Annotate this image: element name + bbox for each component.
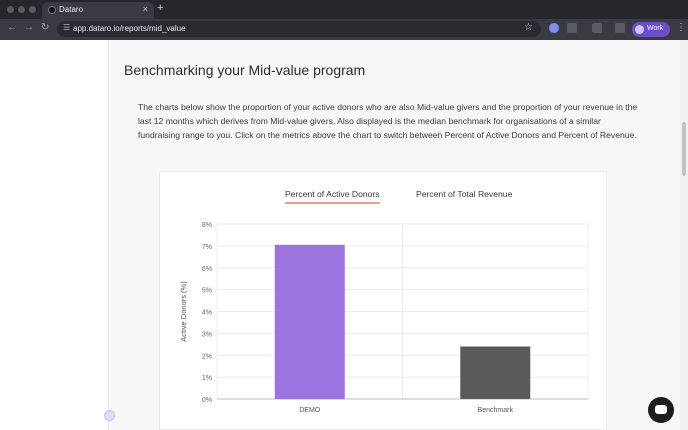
x-tick-label: DEMO <box>299 407 321 414</box>
sidebar-toggle-button[interactable] <box>104 410 115 421</box>
zoom-window-dot[interactable] <box>29 6 36 13</box>
y-tick-label: 1% <box>202 375 212 382</box>
extension-icon[interactable] <box>549 23 559 33</box>
scrollbar-thumb[interactable] <box>682 122 686 176</box>
page-title: Benchmarking your Mid-value program <box>124 62 366 78</box>
download-icon[interactable] <box>615 23 625 33</box>
address-bar[interactable]: ☰ app.dataro.io/reports/mid_value ☆ <box>57 21 541 37</box>
browser-toolbar: ← → ↻ ☰ app.dataro.io/reports/mid_value … <box>0 19 688 40</box>
minimize-window-dot[interactable] <box>18 6 25 13</box>
y-tick-label: 6% <box>202 266 212 273</box>
x-tick-label: Benchmark <box>478 407 514 414</box>
page-viewport: Benchmarking your Mid-value program The … <box>0 40 688 430</box>
dataro-favicon-icon <box>48 6 56 14</box>
reload-icon[interactable]: ↻ <box>41 22 49 33</box>
browser-menu-icon[interactable]: ⋮ <box>676 22 686 33</box>
y-tick-label: 2% <box>202 353 212 360</box>
tab-title: Dataro <box>59 5 84 14</box>
site-info-icon[interactable]: ☰ <box>63 23 70 32</box>
forward-icon[interactable]: → <box>24 22 34 33</box>
sidebar <box>0 40 109 430</box>
chart-card: Percent of Active Donors Percent of Tota… <box>159 171 607 430</box>
bar-demo <box>274 244 345 399</box>
bar-benchmark <box>460 346 531 399</box>
browser-tab[interactable]: Dataro × <box>42 2 154 19</box>
back-icon[interactable]: ← <box>7 22 17 33</box>
y-axis-label: Active Donors (%) <box>179 281 188 342</box>
y-tick-label: 7% <box>202 244 212 251</box>
chat-support-button[interactable] <box>648 397 674 423</box>
close-window-dot[interactable] <box>7 6 14 13</box>
y-tick-label: 4% <box>202 310 212 317</box>
main-content: Benchmarking your Mid-value program The … <box>110 40 680 430</box>
y-tick-label: 5% <box>202 288 212 295</box>
profile-label: Work <box>647 25 664 32</box>
active-donors-bar-chart: 0% 1% 2% 3% 4% 5% 6% 7% 8% DEMO Benchmark Active Do… <box>179 222 589 414</box>
profile-avatar-icon <box>635 25 644 34</box>
y-tick-label: 8% <box>202 222 212 229</box>
profile-button[interactable]: Work <box>632 22 670 37</box>
bookmark-star-icon[interactable]: ☆ <box>524 22 533 33</box>
browser-tab-strip: Dataro × + <box>0 0 688 19</box>
new-tab-icon[interactable]: + <box>157 2 163 14</box>
chat-bubble-icon <box>655 405 667 414</box>
y-tick-label: 3% <box>202 331 212 338</box>
side-panel-icon[interactable] <box>592 23 602 33</box>
page-scrollbar[interactable] <box>680 40 688 430</box>
y-tick-label: 0% <box>202 397 212 404</box>
url-text: app.dataro.io/reports/mid_value <box>73 24 186 33</box>
puzzle-extensions-icon[interactable] <box>567 23 577 33</box>
page-description: The charts below show the proportion of … <box>138 102 638 140</box>
tab-close-icon[interactable]: × <box>143 4 148 14</box>
